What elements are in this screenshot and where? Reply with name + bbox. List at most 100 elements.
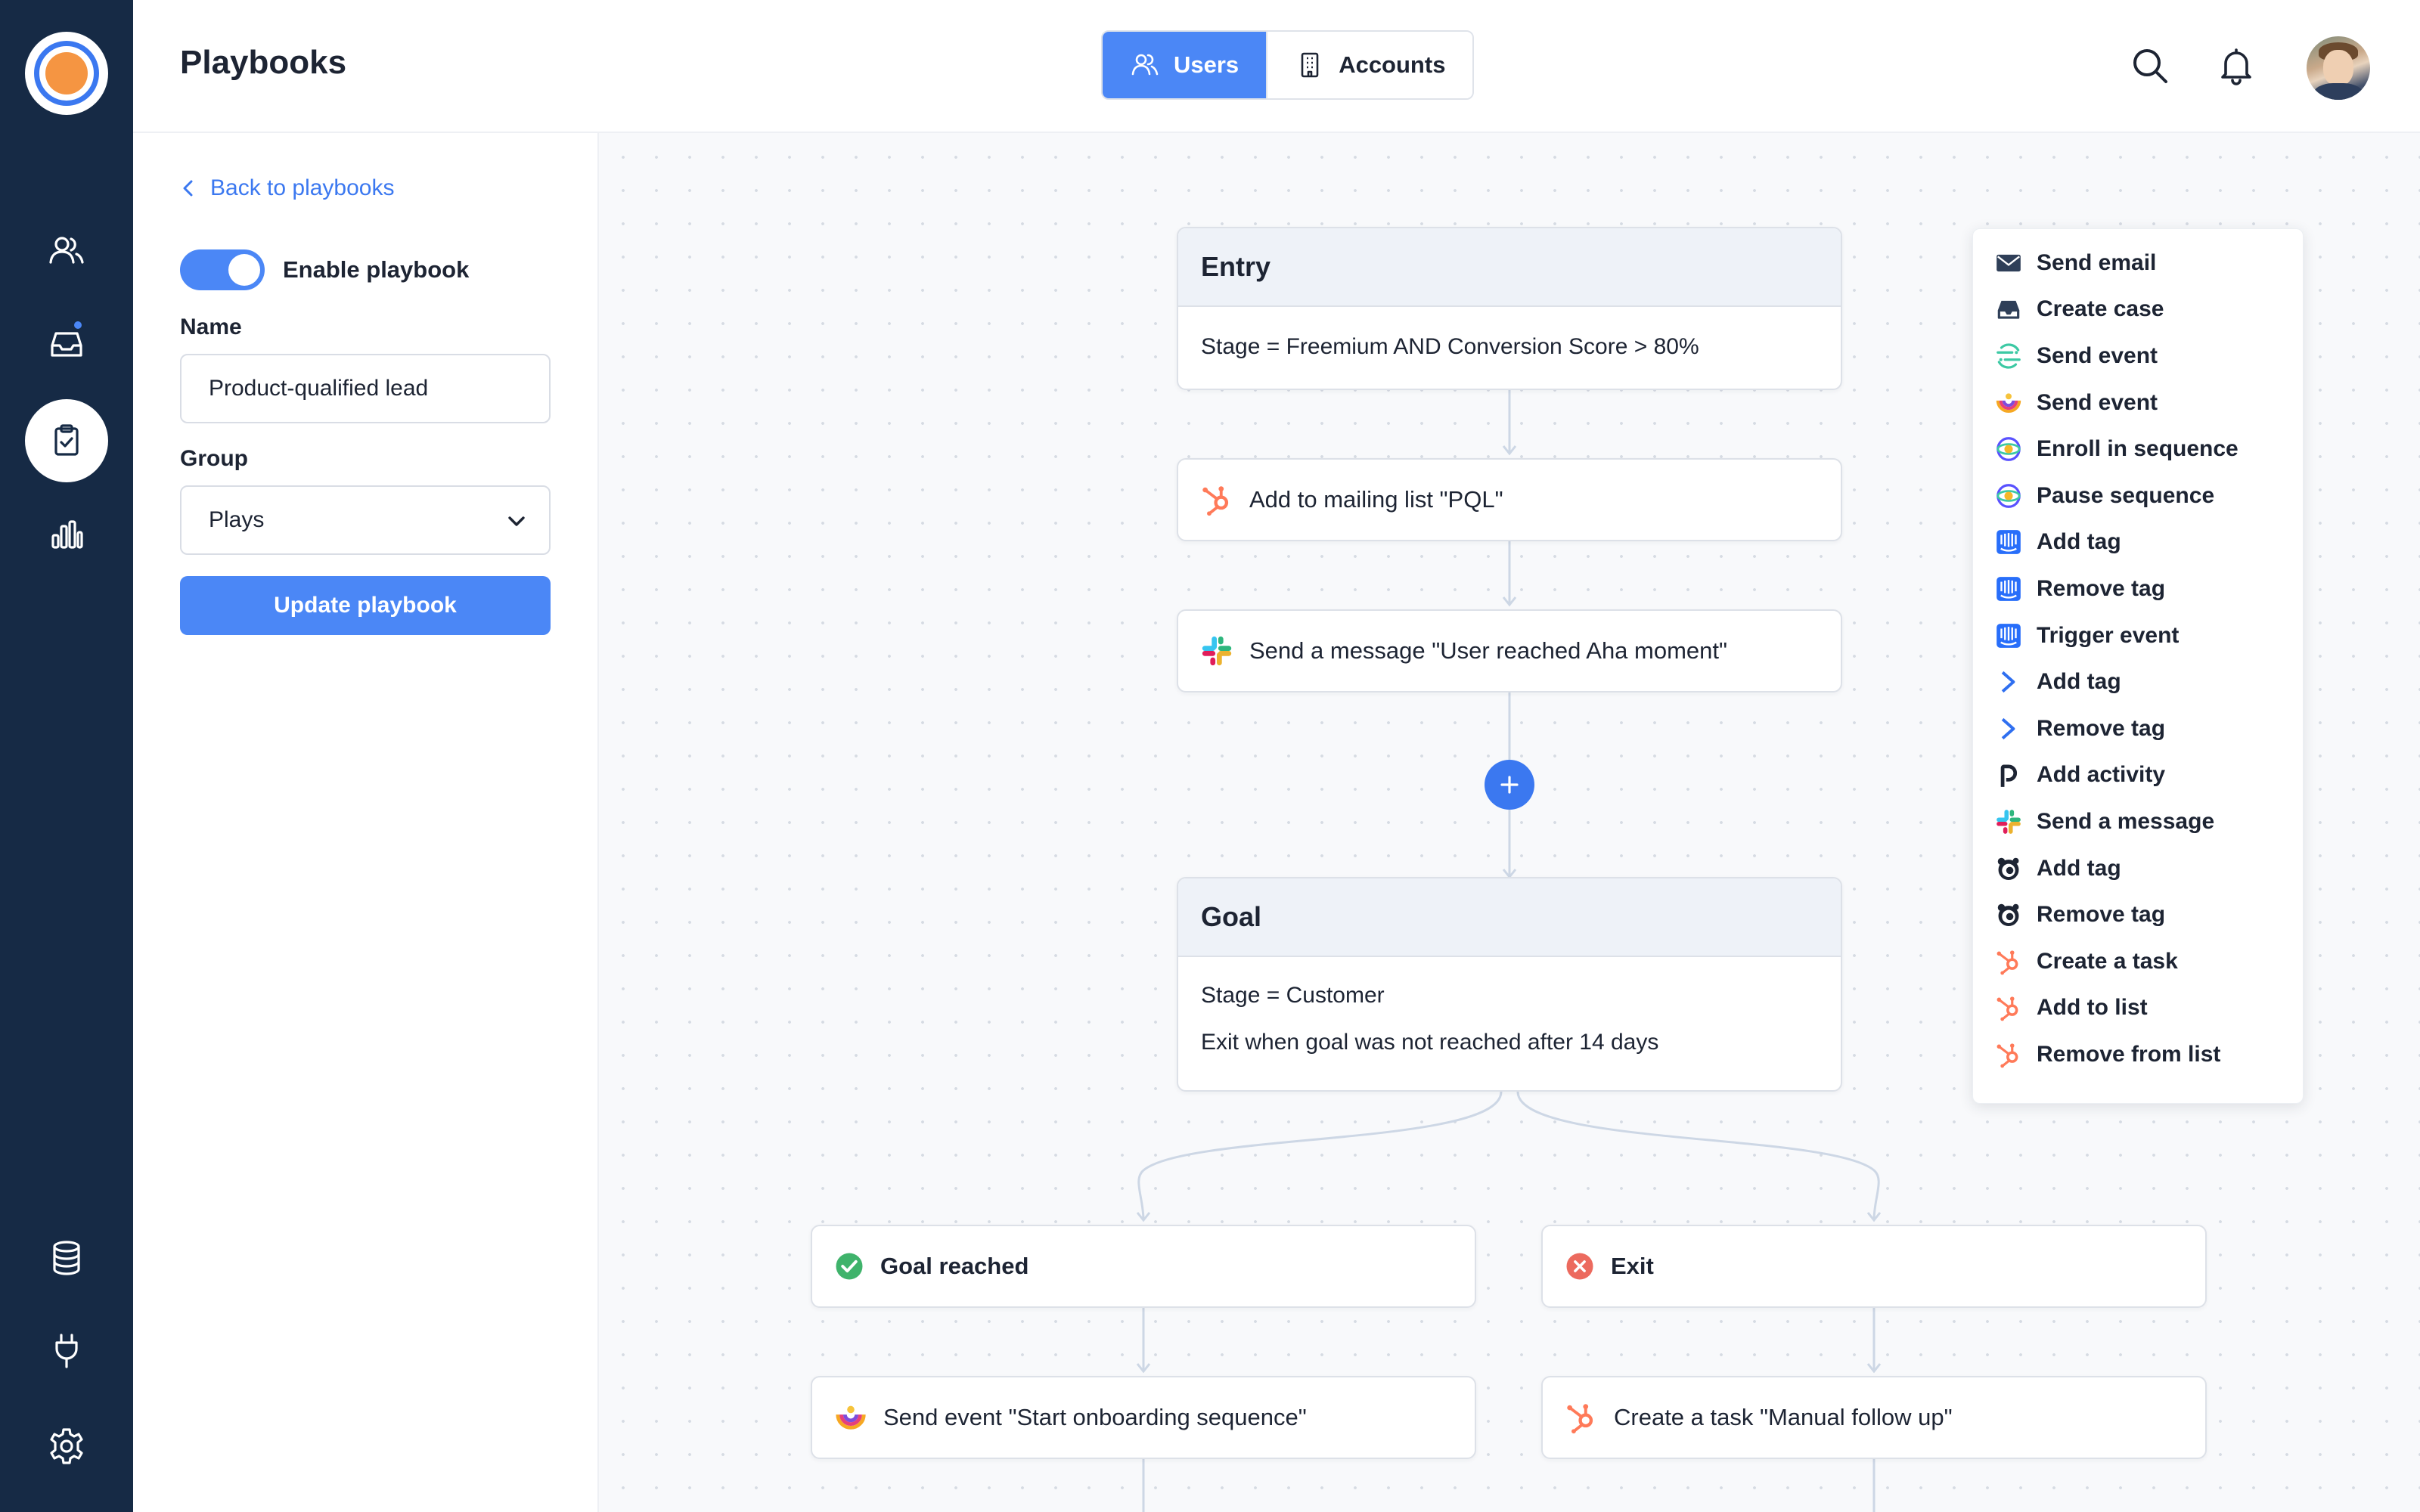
avatar-face xyxy=(2323,50,2353,86)
menu-item-enroll-in-sequence[interactable]: Enroll in sequence xyxy=(1973,426,2303,472)
menu-item-label: Add tag xyxy=(2037,855,2121,881)
menu-item-intercom-add-tag[interactable]: Add tag xyxy=(1973,519,2303,566)
plus-icon xyxy=(1500,776,1519,794)
connector-goal-reached xyxy=(1137,1091,1503,1221)
hubspot-icon xyxy=(1564,1400,1599,1435)
playbook-settings-panel: Back to playbooks Enable playbook Name P… xyxy=(133,133,599,1512)
menu-item-label: Create a task xyxy=(2037,948,2178,974)
hubspot-icon xyxy=(1994,947,2023,976)
rail-item-settings[interactable] xyxy=(25,1405,108,1488)
rail-item-contacts[interactable] xyxy=(25,210,108,293)
menu-item-label: Remove tag xyxy=(2037,715,2166,741)
x-circle-icon xyxy=(1564,1250,1596,1282)
step-node[interactable]: Add to mailing list "PQL" xyxy=(1177,458,1842,541)
chevron-logo-icon xyxy=(1994,668,2023,696)
goal-node-title: Goal xyxy=(1178,878,1841,957)
menu-item-pause-sequence[interactable]: Pause sequence xyxy=(1973,472,2303,519)
goal-node[interactable]: Goal Stage = Customer Exit when goal was… xyxy=(1177,877,1842,1092)
menu-item-create-a-task[interactable]: Create a task xyxy=(1973,938,2303,985)
hubspot-icon xyxy=(1994,1040,2023,1069)
step-node[interactable]: Create a task "Manual follow up" xyxy=(1541,1376,2207,1459)
step-node[interactable]: Send a message "User reached Aha moment" xyxy=(1177,609,1842,692)
app-logo[interactable] xyxy=(25,32,108,115)
step-label: Send a message "User reached Aha moment" xyxy=(1249,637,1728,664)
menu-item-trigger-event[interactable]: Trigger event xyxy=(1973,612,2303,659)
inbox-tray-icon xyxy=(1994,295,2023,324)
exit-content: Exit xyxy=(1543,1226,2205,1306)
bell-icon[interactable] xyxy=(2214,44,2258,88)
slack-icon xyxy=(1199,634,1234,668)
plug-icon xyxy=(55,1334,78,1368)
segment-accounts[interactable]: Accounts xyxy=(1266,32,1473,98)
user-avatar[interactable] xyxy=(2307,36,2370,100)
menu-item-add-activity[interactable]: Add activity xyxy=(1973,752,2303,799)
outreach-icon xyxy=(1994,482,2023,510)
playbook-canvas[interactable]: Entry Stage = Freemium AND Conversion Sc… xyxy=(599,133,2420,1512)
rail-item-data[interactable] xyxy=(25,1216,108,1300)
menu-item-label: Send email xyxy=(2037,249,2157,275)
hubspot-icon xyxy=(1994,993,2023,1022)
menu-item-send-email[interactable]: Send email xyxy=(1973,240,2303,287)
intercom-icon xyxy=(1994,575,2023,603)
menu-item-add-tag[interactable]: Add tag xyxy=(1973,658,2303,705)
step-node[interactable]: Send event "Start onboarding sequence" xyxy=(811,1376,1476,1459)
menu-item-remove-tag[interactable]: Remove tag xyxy=(1973,705,2303,752)
users-icon xyxy=(49,237,84,264)
menu-item-add-to-list[interactable]: Add to list xyxy=(1973,985,2303,1032)
menu-item-mailchimp-add-tag[interactable]: Add tag xyxy=(1973,845,2303,892)
goal-node-body: Stage = Customer Exit when goal was not … xyxy=(1178,957,1841,1066)
segment-icon xyxy=(1994,342,2023,370)
enable-playbook-row: Enable playbook xyxy=(180,249,469,290)
goal-exit-rule: Exit when goal was not reached after 14 … xyxy=(1201,1030,1659,1055)
group-label: Group xyxy=(180,446,248,471)
menu-item-create-case[interactable]: Create case xyxy=(1973,287,2303,333)
add-step-button[interactable] xyxy=(1485,760,1534,810)
menu-item-mailchimp-remove-tag[interactable]: Remove tag xyxy=(1973,891,2303,938)
menu-item-label: Add activity xyxy=(2037,762,2166,788)
menu-item-label: Send event xyxy=(2037,342,2158,368)
group-select[interactable]: Plays xyxy=(180,485,551,555)
search-icon[interactable] xyxy=(2128,44,2172,88)
menu-item-send-event[interactable]: Send event xyxy=(1973,380,2303,426)
mailchimp-icon xyxy=(1994,854,2023,883)
back-to-playbooks-link[interactable]: Back to playbooks xyxy=(178,175,394,201)
step-content: Create a task "Manual follow up" xyxy=(1543,1377,2205,1458)
update-playbook-button[interactable]: Update playbook xyxy=(180,576,551,635)
segment-users[interactable]: Users xyxy=(1103,32,1267,98)
rail-item-inbox[interactable] xyxy=(25,302,108,386)
step-label: Add to mailing list "PQL" xyxy=(1249,486,1503,513)
menu-item-label: Send event xyxy=(2037,389,2158,415)
name-field[interactable]: Product-qualified lead xyxy=(180,354,551,423)
menu-item-label: Create case xyxy=(2037,296,2164,322)
goal-reached-label: Goal reached xyxy=(880,1253,1029,1279)
menu-item-remove-from-list[interactable]: Remove from list xyxy=(1973,1031,2303,1078)
enable-playbook-label: Enable playbook xyxy=(283,256,470,283)
entry-node[interactable]: Entry Stage = Freemium AND Conversion Sc… xyxy=(1177,227,1842,390)
slack-icon xyxy=(1994,807,2023,836)
menu-item-segment-send-event[interactable]: Send event xyxy=(1973,333,2303,380)
menu-item-label: Pause sequence xyxy=(2037,482,2215,508)
rail-item-playbooks[interactable] xyxy=(25,399,108,482)
menu-item-intercom-remove-tag[interactable]: Remove tag xyxy=(1973,565,2303,612)
gear-icon xyxy=(50,1428,83,1464)
avatar-shirt xyxy=(2313,83,2364,100)
clipboard-check-icon xyxy=(54,424,79,456)
menu-item-label: Add tag xyxy=(2037,669,2121,695)
step-label: Create a task "Manual follow up" xyxy=(1614,1404,1953,1430)
users-accounts-switch: Users Accounts xyxy=(1101,30,1475,100)
rail-item-integrations[interactable] xyxy=(25,1309,108,1392)
entry-node-body: Stage = Freemium AND Conversion Score > … xyxy=(1178,307,1841,370)
goal-condition: Stage = Customer xyxy=(1201,983,1385,1008)
top-header: Playbooks Users Accounts xyxy=(133,0,2420,133)
menu-item-label: Remove tag xyxy=(2037,575,2166,601)
goal-reached-node[interactable]: Goal reached xyxy=(811,1225,1476,1308)
menu-item-label: Enroll in sequence xyxy=(2037,436,2238,462)
chevron-logo-icon xyxy=(1994,714,2023,743)
exit-label: Exit xyxy=(1611,1253,1654,1279)
action-library-menu: Send email Create case Send event Send e… xyxy=(1972,228,2304,1104)
exit-node[interactable]: Exit xyxy=(1541,1225,2207,1308)
menu-item-label: Remove tag xyxy=(2037,902,2166,928)
menu-item-send-a-message[interactable]: Send a message xyxy=(1973,798,2303,845)
rail-item-reports[interactable] xyxy=(25,494,108,577)
enable-playbook-toggle[interactable] xyxy=(180,249,265,290)
